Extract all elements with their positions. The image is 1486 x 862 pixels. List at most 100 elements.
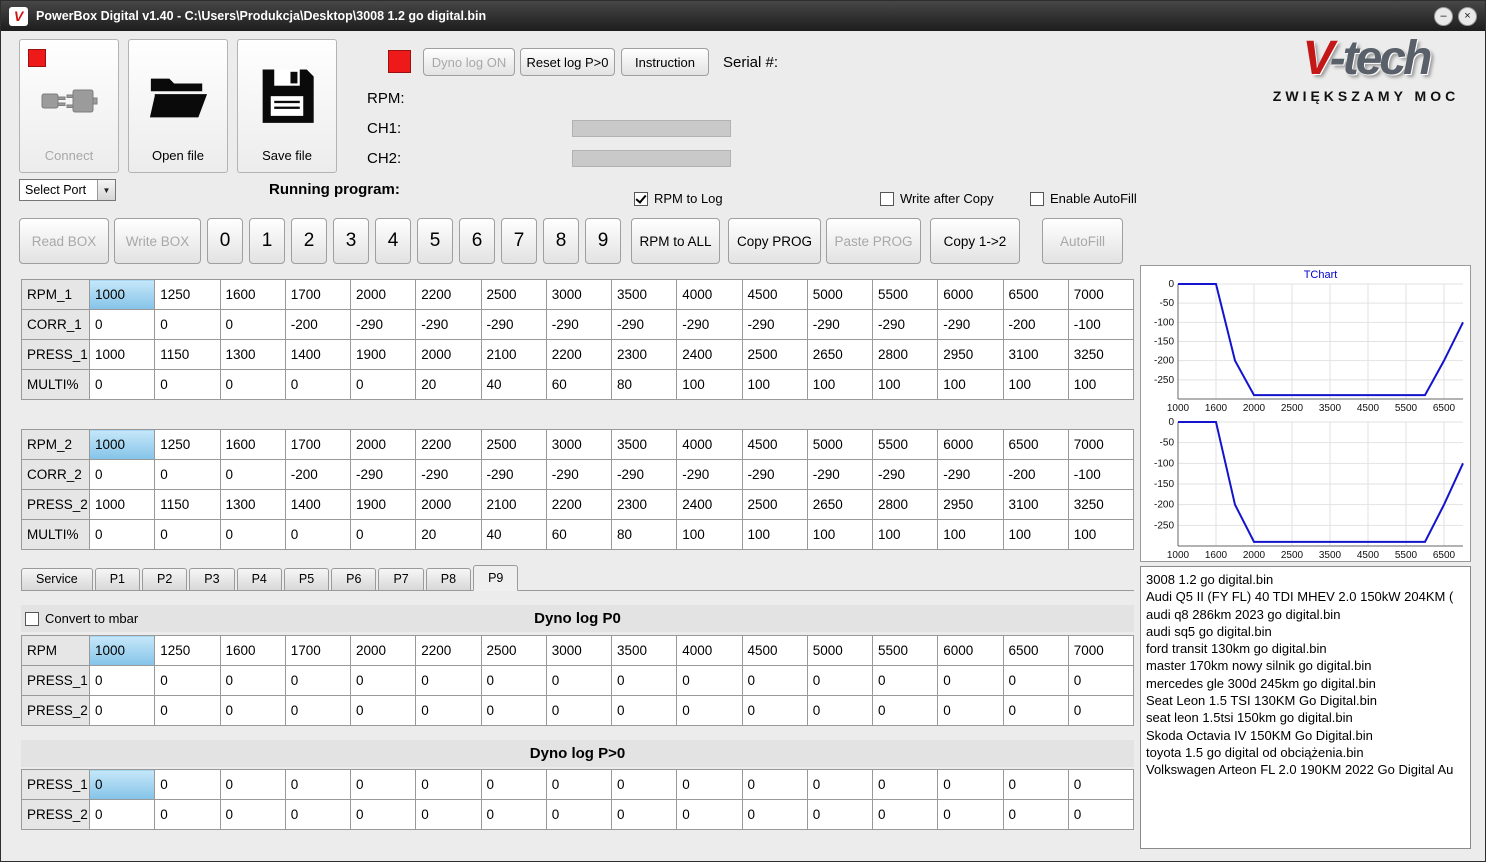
cell-MULTI%-15[interactable]: 100 (1067, 369, 1135, 400)
cell-PRESS_2-12[interactable]: 2800 (871, 489, 939, 520)
cell-PRESS_2-8[interactable]: 0 (610, 695, 678, 726)
dyno-log-on-button[interactable]: Dyno log ON (423, 48, 515, 76)
cell-RPM-5[interactable]: 2200 (415, 635, 482, 666)
cell-MULTI%-1[interactable]: 0 (154, 519, 221, 550)
cell-PRESS_2-11[interactable]: 0 (806, 695, 874, 726)
cell-PRESS_1-0[interactable]: 0 (88, 769, 156, 800)
cell-PRESS_1-8[interactable]: 0 (610, 769, 678, 800)
cell-RPM-15[interactable]: 7000 (1067, 635, 1135, 666)
digit-button-0[interactable]: 0 (207, 218, 243, 264)
save-file-button[interactable]: Save file (237, 39, 337, 173)
cell-MULTI%-3[interactable]: 0 (284, 519, 352, 550)
digit-button-9[interactable]: 9 (585, 218, 621, 264)
cell-RPM_2-6[interactable]: 2500 (480, 429, 547, 460)
instruction-button[interactable]: Instruction (621, 48, 709, 76)
cell-PRESS_1-4[interactable]: 0 (349, 665, 417, 696)
cell-MULTI%-5[interactable]: 20 (415, 519, 482, 550)
cell-PRESS_2-0[interactable]: 1000 (88, 489, 156, 520)
cell-MULTI%-14[interactable]: 100 (1002, 519, 1069, 550)
cell-PRESS_2-15[interactable]: 3250 (1067, 489, 1135, 520)
cell-PRESS_2-5[interactable]: 0 (415, 695, 482, 726)
cell-RPM_2-8[interactable]: 3500 (610, 429, 678, 460)
cell-PRESS_1-3[interactable]: 1400 (284, 339, 352, 370)
cell-PRESS_2-10[interactable]: 0 (741, 799, 808, 830)
connect-button[interactable]: Connect (19, 39, 119, 173)
cell-PRESS_2-15[interactable]: 0 (1067, 799, 1135, 830)
cell-CORR_1-4[interactable]: -290 (349, 309, 417, 340)
cell-PRESS_2-7[interactable]: 2200 (545, 489, 613, 520)
cell-PRESS_2-1[interactable]: 0 (154, 799, 221, 830)
cell-PRESS_2-11[interactable]: 0 (806, 799, 874, 830)
cell-CORR_1-0[interactable]: 0 (88, 309, 156, 340)
cell-PRESS_1-0[interactable]: 1000 (88, 339, 156, 370)
file-list-item[interactable]: seat leon 1.5tsi 150km go digital.bin (1146, 709, 1465, 726)
cell-MULTI%-6[interactable]: 40 (480, 369, 547, 400)
cell-PRESS_2-5[interactable]: 2000 (415, 489, 482, 520)
cell-PRESS_2-1[interactable]: 0 (154, 695, 221, 726)
cell-PRESS_2-13[interactable]: 2950 (937, 489, 1004, 520)
cell-MULTI%-10[interactable]: 100 (741, 519, 808, 550)
cell-PRESS_1-7[interactable]: 0 (545, 665, 613, 696)
cell-CORR_1-7[interactable]: -290 (545, 309, 613, 340)
cell-CORR_2-2[interactable]: 0 (219, 459, 286, 490)
cell-PRESS_2-4[interactable]: 0 (349, 799, 417, 830)
cell-MULTI%-4[interactable]: 0 (349, 369, 417, 400)
cell-MULTI%-4[interactable]: 0 (349, 519, 417, 550)
cell-CORR_2-6[interactable]: -290 (480, 459, 547, 490)
digit-button-6[interactable]: 6 (459, 218, 495, 264)
cell-CORR_1-15[interactable]: -100 (1067, 309, 1135, 340)
cell-PRESS_1-1[interactable]: 0 (154, 769, 221, 800)
digit-button-3[interactable]: 3 (333, 218, 369, 264)
cell-PRESS_1-13[interactable]: 0 (937, 665, 1004, 696)
cell-MULTI%-14[interactable]: 100 (1002, 369, 1069, 400)
cell-CORR_2-3[interactable]: -200 (284, 459, 352, 490)
tab-p2[interactable]: P2 (141, 568, 188, 590)
cell-RPM-10[interactable]: 4500 (741, 635, 808, 666)
tab-p7[interactable]: P7 (378, 568, 424, 590)
cell-MULTI%-12[interactable]: 100 (871, 369, 939, 400)
cell-CORR_1-6[interactable]: -290 (480, 309, 547, 340)
file-list-item[interactable]: ford transit 130km go digital.bin (1146, 640, 1465, 657)
cell-CORR_2-7[interactable]: -290 (545, 459, 613, 490)
read-box-button[interactable]: Read BOX (19, 218, 109, 264)
cell-CORR_1-5[interactable]: -290 (415, 309, 482, 340)
convert-to-mbar-checkbox[interactable]: Convert to mbar (25, 611, 138, 626)
cell-PRESS_2-13[interactable]: 0 (937, 799, 1004, 830)
cell-MULTI%-10[interactable]: 100 (741, 369, 808, 400)
cell-PRESS_2-3[interactable]: 1400 (284, 489, 352, 520)
cell-RPM_2-10[interactable]: 4500 (741, 429, 808, 460)
cell-PRESS_1-12[interactable]: 0 (871, 769, 939, 800)
cell-PRESS_1-10[interactable]: 0 (741, 769, 808, 800)
cell-PRESS_2-6[interactable]: 2100 (480, 489, 547, 520)
cell-PRESS_2-1[interactable]: 1150 (154, 489, 221, 520)
cell-RPM_2-7[interactable]: 3000 (545, 429, 613, 460)
cell-PRESS_2-13[interactable]: 0 (937, 695, 1004, 726)
cell-PRESS_1-10[interactable]: 2500 (741, 339, 808, 370)
digit-button-1[interactable]: 1 (249, 218, 285, 264)
cell-PRESS_1-11[interactable]: 0 (806, 769, 874, 800)
cell-PRESS_1-5[interactable]: 0 (415, 665, 482, 696)
cell-PRESS_1-14[interactable]: 0 (1002, 665, 1069, 696)
file-list-item[interactable]: Volkswagen Arteon FL 2.0 190KM 2022 Go D… (1146, 761, 1465, 778)
cell-CORR_1-3[interactable]: -200 (284, 309, 352, 340)
cell-MULTI%-3[interactable]: 0 (284, 369, 352, 400)
cell-CORR_2-10[interactable]: -290 (741, 459, 808, 490)
cell-MULTI%-1[interactable]: 0 (154, 369, 221, 400)
cell-CORR_2-12[interactable]: -290 (871, 459, 939, 490)
cell-MULTI%-8[interactable]: 80 (610, 369, 678, 400)
cell-PRESS_1-0[interactable]: 0 (88, 665, 156, 696)
select-port-dropdown[interactable]: Select Port ▼ (19, 179, 116, 201)
cell-RPM_2-11[interactable]: 5000 (806, 429, 874, 460)
cell-PRESS_1-4[interactable]: 1900 (349, 339, 417, 370)
rpm-to-all-button[interactable]: RPM to ALL (631, 218, 720, 264)
cell-MULTI%-12[interactable]: 100 (871, 519, 939, 550)
autofill-button[interactable]: AutoFill (1042, 218, 1123, 264)
cell-PRESS_1-15[interactable]: 0 (1067, 665, 1135, 696)
cell-PRESS_1-11[interactable]: 0 (806, 665, 874, 696)
cell-PRESS_1-12[interactable]: 2800 (871, 339, 939, 370)
tab-p3[interactable]: P3 (189, 568, 235, 590)
digit-button-7[interactable]: 7 (501, 218, 537, 264)
cell-PRESS_2-6[interactable]: 0 (480, 695, 547, 726)
cell-MULTI%-5[interactable]: 20 (415, 369, 482, 400)
cell-PRESS_2-6[interactable]: 0 (480, 799, 547, 830)
